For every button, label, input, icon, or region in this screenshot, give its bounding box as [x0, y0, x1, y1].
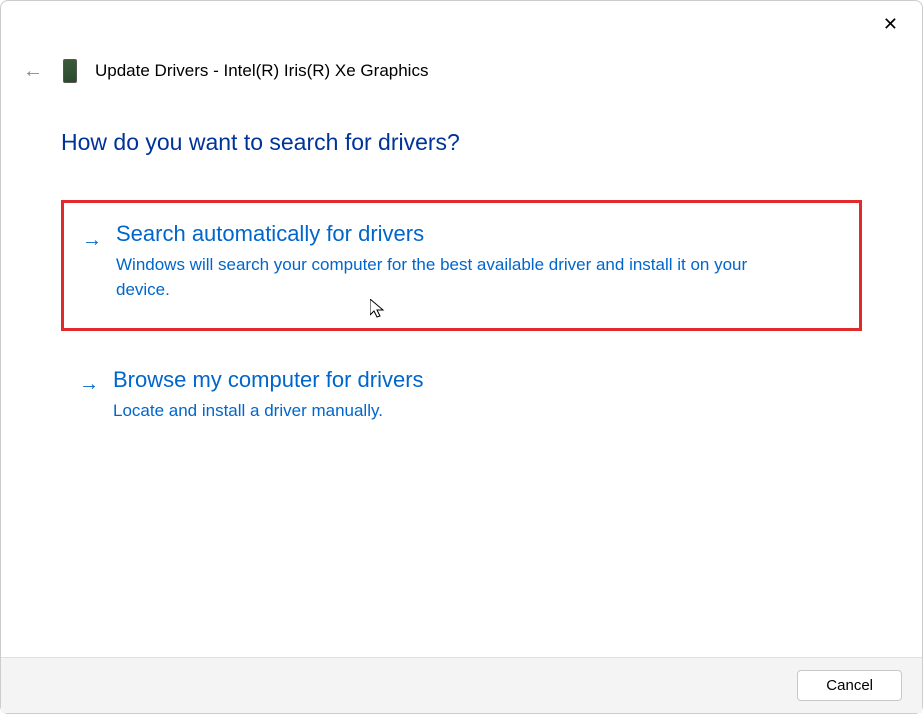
dialog-footer: Cancel [1, 657, 922, 713]
option-title-auto: Search automatically for drivers [116, 221, 839, 247]
option-title-browse: Browse my computer for drivers [113, 367, 842, 393]
option-body: Browse my computer for drivers Locate an… [113, 367, 842, 424]
option-desc-auto: Windows will search your computer for th… [116, 253, 756, 302]
back-arrow-icon: ← [23, 60, 43, 83]
option-search-automatically[interactable]: → Search automatically for drivers Windo… [61, 200, 862, 331]
header-row: ← Update Drivers - Intel(R) Iris(R) Xe G… [23, 59, 428, 83]
device-icon [63, 59, 77, 83]
close-icon[interactable]: ✕ [877, 9, 904, 39]
arrow-right-icon: → [79, 373, 99, 396]
dialog-title: Update Drivers - Intel(R) Iris(R) Xe Gra… [95, 61, 428, 81]
option-desc-browse: Locate and install a driver manually. [113, 399, 753, 424]
cancel-button[interactable]: Cancel [797, 670, 902, 701]
page-heading: How do you want to search for drivers? [61, 129, 862, 156]
titlebar: ✕ [1, 1, 922, 41]
option-browse-computer[interactable]: → Browse my computer for drivers Locate … [61, 367, 862, 424]
content-area: How do you want to search for drivers? →… [61, 129, 862, 424]
option-body: Search automatically for drivers Windows… [116, 221, 839, 302]
arrow-right-icon: → [82, 229, 102, 252]
